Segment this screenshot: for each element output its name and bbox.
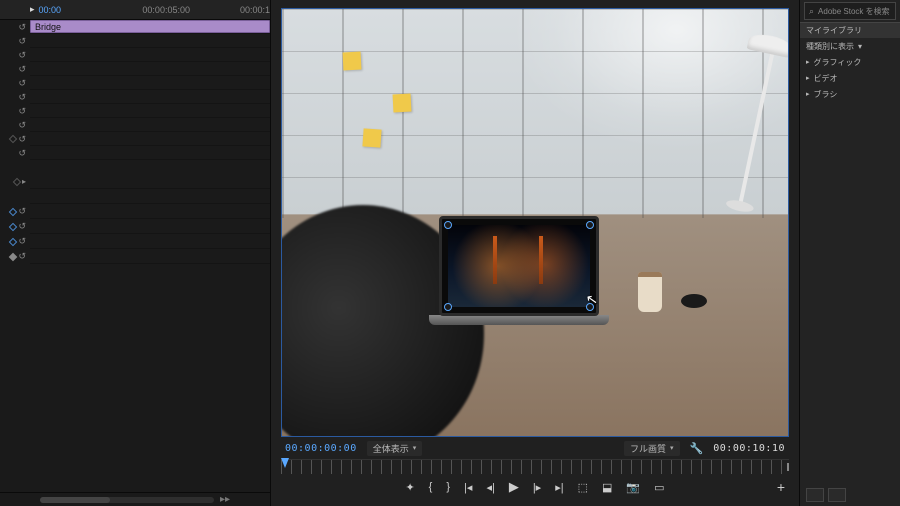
keyframe-diamond-icon[interactable] xyxy=(13,177,21,185)
laptop-prop xyxy=(429,216,609,325)
selection-handle[interactable] xyxy=(444,303,452,311)
reset-icon[interactable]: ↺ xyxy=(18,92,26,103)
library-thumbnails xyxy=(800,486,900,506)
clip-bar[interactable]: Bridge xyxy=(30,20,270,33)
scrollbar-thumb[interactable] xyxy=(40,497,110,503)
library-thumb[interactable] xyxy=(806,488,824,502)
cursor-icon: ↖ xyxy=(584,290,599,309)
keyframe-diamond-icon[interactable] xyxy=(9,237,17,245)
reset-icon[interactable]: ↺ xyxy=(18,64,26,75)
reset-icon[interactable]: ↺ xyxy=(18,120,26,131)
quality-dropdown[interactable]: フル画質▾ xyxy=(624,441,680,456)
mouse-prop xyxy=(681,294,707,308)
category-video[interactable]: ▸ビデオ xyxy=(800,70,900,86)
duration-timecode: 00:00:10:10 xyxy=(713,443,785,454)
keyframe-diamond-icon[interactable] xyxy=(9,252,17,260)
reset-icon[interactable]: ↺ xyxy=(18,236,26,247)
effect-controls-panel: ▸ 00:00 00:00:05:00 00:00:1 ↺ Bridge ↺ ↺… xyxy=(0,0,270,506)
ruler-mark: 00:00:05:00 xyxy=(142,5,190,15)
reset-icon[interactable]: ↺ xyxy=(18,22,26,33)
reset-icon[interactable]: ↺ xyxy=(18,206,26,217)
keyframe-diamond-icon[interactable] xyxy=(9,135,17,143)
cup-prop xyxy=(638,272,662,312)
playhead-icon[interactable] xyxy=(281,458,289,468)
search-placeholder: Adobe Stock を検索 xyxy=(818,6,890,17)
chevron-down-icon: ▾ xyxy=(413,444,417,452)
reset-icon[interactable]: ↺ xyxy=(18,251,26,262)
category-brush[interactable]: ▸ブラシ xyxy=(800,86,900,102)
ruler-end: 00:00:1 xyxy=(240,5,270,15)
selection-handle[interactable] xyxy=(586,221,594,229)
keyframe-diamond-icon[interactable] xyxy=(9,207,17,215)
monitor-info-bar: 00:00:00:00 全体表示▾ フル画質▾ 🔧 00:00:10:10 xyxy=(281,437,789,459)
add-button[interactable]: + xyxy=(777,479,785,495)
chevron-right-icon: ▸ xyxy=(806,74,810,82)
chevron-down-icon: ▾ xyxy=(858,42,862,51)
comparison-view-button[interactable]: ▭ xyxy=(654,481,664,494)
mark-in-button[interactable]: ✦ xyxy=(405,481,414,494)
current-timecode[interactable]: 00:00:00:00 xyxy=(285,443,357,454)
play-icon: ▸ xyxy=(30,4,35,15)
playhead-timecode: 00:00 xyxy=(39,5,62,15)
play-button[interactable]: ▶ xyxy=(509,479,519,495)
stock-search-input[interactable]: ⌕ Adobe Stock を検索 xyxy=(804,2,896,20)
clip-track: ↺ Bridge xyxy=(0,20,270,34)
extract-button[interactable]: ⬓ xyxy=(602,481,612,494)
libraries-panel: ⌕ Adobe Stock を検索 マイライブラリ 種類別に表示 ▾ ▸グラフィ… xyxy=(800,0,900,506)
sort-dropdown[interactable]: 種類別に表示 ▾ xyxy=(800,38,900,54)
preview-scene: ↖ xyxy=(282,9,788,436)
lift-button[interactable]: ⬚ xyxy=(578,481,588,494)
chevron-right-icon[interactable]: ▸▸ xyxy=(220,494,230,505)
step-back-button[interactable]: ◂| xyxy=(486,481,494,494)
search-icon: ⌕ xyxy=(809,6,814,17)
go-to-in-button[interactable]: |◂ xyxy=(464,481,472,494)
reset-icon[interactable]: ↺ xyxy=(18,221,26,232)
horizontal-scrollbar[interactable]: ▸▸ xyxy=(0,492,270,506)
bridge-overlay[interactable] xyxy=(448,225,590,307)
reset-icon[interactable]: ↺ xyxy=(18,36,26,47)
keyframe-diamond-icon[interactable] xyxy=(9,222,17,230)
mark-out-bracket-button[interactable]: } xyxy=(446,481,450,493)
reset-icon[interactable]: ↺ xyxy=(18,50,26,61)
chevron-right-icon: ▸ xyxy=(806,58,810,66)
reset-icon[interactable]: ↺ xyxy=(18,78,26,89)
reset-icon[interactable]: ↺ xyxy=(18,134,26,145)
transport-controls: ✦ { } |◂ ◂| ▶ |▸ ▸| ⬚ ⬓ 📷 ▭ + xyxy=(281,474,789,500)
zoom-dropdown[interactable]: 全体表示▾ xyxy=(367,441,423,456)
out-point-icon[interactable] xyxy=(779,463,789,471)
library-thumb[interactable] xyxy=(828,488,846,502)
chevron-down-icon: ▾ xyxy=(670,444,674,452)
program-monitor: ↖ 00:00:00:00 全体表示▾ フル画質▾ 🔧 00:00:10:10 … xyxy=(270,0,800,506)
mark-in-bracket-button[interactable]: { xyxy=(429,481,433,493)
export-frame-button[interactable]: 📷 xyxy=(626,481,640,494)
my-library-tab[interactable]: マイライブラリ xyxy=(800,22,900,38)
settings-wrench-icon[interactable]: 🔧 xyxy=(690,442,704,455)
selection-handle[interactable] xyxy=(444,221,452,229)
chevron-right-icon: ▸ xyxy=(806,90,810,98)
monitor-viewport[interactable]: ↖ xyxy=(281,8,789,437)
timeline-ruler[interactable]: ▸ 00:00 00:00:05:00 00:00:1 xyxy=(0,0,270,20)
scrub-bar[interactable] xyxy=(281,459,789,474)
step-forward-button[interactable]: |▸ xyxy=(533,481,541,494)
play-icon: ▸ xyxy=(22,177,26,186)
go-to-out-button[interactable]: ▸| xyxy=(555,481,563,494)
reset-icon[interactable]: ↺ xyxy=(18,106,26,117)
reset-icon[interactable]: ↺ xyxy=(18,148,26,159)
category-graphic[interactable]: ▸グラフィック xyxy=(800,54,900,70)
